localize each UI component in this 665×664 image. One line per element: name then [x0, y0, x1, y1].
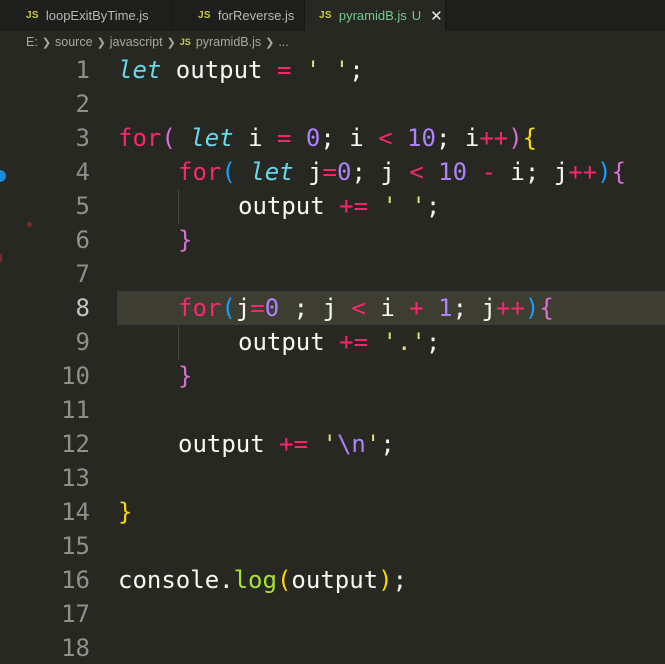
code-line[interactable]: 14 }: [0, 495, 665, 529]
tab-loopExitByTime[interactable]: JS loopExitByTime.js: [0, 0, 172, 31]
code-text: output += '.';: [238, 328, 441, 356]
code-text: }: [178, 226, 193, 254]
chevron-right-icon: ❯: [166, 36, 176, 49]
line-number: 5: [75, 192, 90, 220]
code-text: }: [118, 498, 133, 526]
line-number: 16: [61, 566, 90, 594]
untracked-status-badge: U: [411, 8, 422, 23]
breadcrumb-item-javascript[interactable]: javascript: [110, 35, 163, 49]
line-number: 11: [61, 396, 90, 424]
code-line[interactable]: 9 output += '.';: [0, 325, 665, 359]
code-line[interactable]: 6 }: [0, 223, 665, 257]
code-line[interactable]: 11: [0, 393, 665, 427]
line-number: 4: [75, 158, 90, 186]
line-number: 9: [75, 328, 90, 356]
breadcrumb-item-drive[interactable]: E:: [26, 35, 38, 49]
javascript-file-icon: JS: [179, 37, 191, 47]
line-number: 17: [61, 600, 90, 628]
code-line[interactable]: 16 console.log(output);: [0, 563, 665, 597]
line-number: 18: [61, 634, 90, 662]
chevron-right-icon: ❯: [96, 36, 106, 49]
tab-forReverse[interactable]: JS forReverse.js: [172, 0, 305, 31]
line-number: 1: [75, 56, 90, 84]
code-text: for(j=0 ; j < i + 1; j++){: [178, 294, 554, 322]
code-line[interactable]: 10 }: [0, 359, 665, 393]
code-text: output += '\n';: [178, 430, 395, 458]
line-number: 13: [61, 464, 90, 492]
code-line[interactable]: 4 for( let j=0; j < 10 - i; j++){: [0, 155, 665, 189]
line-number: 10: [61, 362, 90, 390]
line-number: 12: [61, 430, 90, 458]
line-number: 15: [61, 532, 90, 560]
javascript-file-icon: JS: [26, 10, 39, 21]
line-number: 6: [75, 226, 90, 254]
code-line[interactable]: 12 output += '\n';: [0, 427, 665, 461]
tab-label: pyramidB.js: [338, 8, 407, 23]
code-line[interactable]: 15: [0, 529, 665, 563]
code-editor[interactable]: 1 let output = ' '; 2 3 for( let i = 0; …: [0, 53, 665, 664]
code-line[interactable]: 17: [0, 597, 665, 631]
tab-bar: JS loopExitByTime.js JS forReverse.js JS…: [0, 0, 665, 31]
code-line[interactable]: 7: [0, 257, 665, 291]
code-line[interactable]: 3 for( let i = 0; i < 10; i++){: [0, 121, 665, 155]
code-text: for( let i = 0; i < 10; i++){: [118, 124, 538, 152]
code-text: let output = ' ';: [118, 56, 364, 84]
code-line[interactable]: 1 let output = ' ';: [0, 53, 665, 87]
breadcrumb-more[interactable]: ...: [278, 35, 288, 49]
tab-label: forReverse.js: [217, 8, 295, 23]
breadcrumb-item-source[interactable]: source: [55, 35, 93, 49]
editor-window: JS loopExitByTime.js JS forReverse.js JS…: [0, 0, 665, 664]
javascript-file-icon: JS: [198, 10, 211, 21]
line-number: 2: [75, 90, 90, 118]
line-number: 3: [75, 124, 90, 152]
code-line[interactable]: 18: [0, 631, 665, 664]
tab-pyramidB[interactable]: JS pyramidB.js U ✕: [305, 0, 446, 31]
chevron-right-icon: ❯: [41, 36, 52, 49]
code-text: console.log(output);: [118, 566, 408, 594]
code-line[interactable]: 2: [0, 87, 665, 121]
tab-label: loopExitByTime.js: [45, 8, 149, 23]
line-number: 7: [75, 260, 90, 288]
code-text: output += ' ';: [238, 192, 441, 220]
javascript-file-icon: JS: [319, 10, 332, 21]
chevron-right-icon: ❯: [265, 36, 275, 49]
code-line[interactable]: 13: [0, 461, 665, 495]
line-number: 8: [75, 294, 90, 322]
code-text: }: [178, 362, 193, 390]
breadcrumb-item-file[interactable]: pyramidB.js: [196, 35, 261, 49]
close-icon[interactable]: ✕: [430, 7, 443, 25]
breadcrumb: E: ❯ source ❯ javascript ❯ JS pyramidB.j…: [0, 31, 665, 53]
line-number: 14: [61, 498, 90, 526]
code-text: for( let j=0; j < 10 - i; j++){: [178, 158, 627, 186]
code-line-current[interactable]: 8 for(j=0 ; j < i + 1; j++){: [0, 291, 665, 325]
code-line[interactable]: 5 output += ' ';: [0, 189, 665, 223]
